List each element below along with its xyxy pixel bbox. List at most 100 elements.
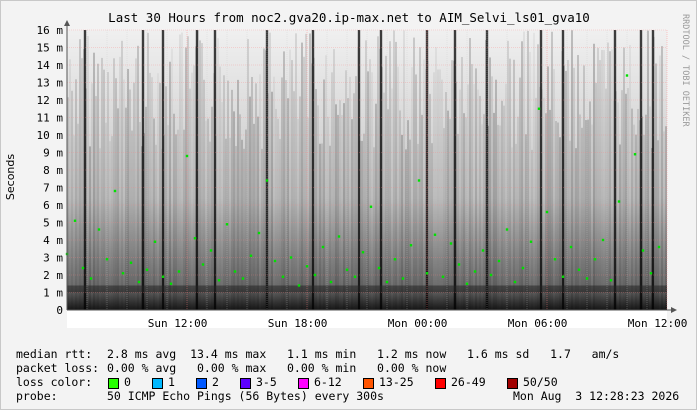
smoke-stripe xyxy=(233,111,235,311)
median-point xyxy=(497,259,501,263)
median-point xyxy=(489,273,493,277)
median-point xyxy=(537,107,541,110)
smoke-stripe xyxy=(131,130,133,310)
smoke-stripe xyxy=(109,141,111,310)
smoke-stripe xyxy=(297,118,299,310)
smoke-stripe xyxy=(463,113,465,310)
smoke-stripe xyxy=(277,118,279,311)
smoke-stripe xyxy=(229,137,231,310)
median-point xyxy=(345,268,349,271)
smoke-stripe xyxy=(337,114,339,310)
x-axis-arrow xyxy=(671,307,677,313)
smoke-stripe xyxy=(181,32,183,311)
median-point xyxy=(585,277,589,280)
median-point xyxy=(313,273,317,277)
median-rtt-values: 2.8 ms avg 13.4 ms max 1.1 ms min 1.2 ms… xyxy=(107,347,620,361)
median-point xyxy=(441,275,445,278)
smoke-stripe xyxy=(655,63,657,310)
y-tick-label: 13 m xyxy=(37,77,64,90)
smoke-stripe xyxy=(361,140,363,310)
median-point xyxy=(401,277,405,280)
probe-description: 50 ICMP Echo Pings (56 Bytes) every 300s xyxy=(107,389,384,403)
smoke-stripe xyxy=(663,131,665,310)
smoke-stripe xyxy=(433,72,435,310)
smoke-stripe xyxy=(175,134,177,310)
loss-swatch xyxy=(298,378,309,389)
median-point xyxy=(289,256,293,259)
smokeping-chart: Last 30 Hours from noc2.gva20.ip-max.net… xyxy=(4,10,690,330)
smoke-stripe xyxy=(509,58,511,310)
smoke-stripe xyxy=(435,47,437,310)
smoke-stripe xyxy=(493,112,495,311)
loss-swatch-label: 6-12 xyxy=(314,375,342,389)
median-point xyxy=(89,277,93,280)
smoke-stripe xyxy=(191,72,193,310)
smoke-stripe xyxy=(619,144,621,310)
median-point xyxy=(433,233,437,236)
y-tick-label: 1 m xyxy=(43,287,63,300)
median-point xyxy=(81,266,85,270)
smoke-stripe xyxy=(235,146,237,310)
median-point xyxy=(209,249,213,252)
smoke-stripe xyxy=(237,79,239,310)
smoke-stripe xyxy=(319,143,321,310)
smoke-stripe xyxy=(515,143,517,310)
smoke-stripe xyxy=(259,74,261,310)
smoke-stripe xyxy=(481,124,483,310)
smoke-stripe xyxy=(471,64,473,310)
median-point xyxy=(449,242,453,245)
smoke-stripe xyxy=(291,60,293,310)
median-point xyxy=(249,254,253,257)
loss-swatch xyxy=(507,378,518,389)
median-point xyxy=(529,240,533,243)
x-tick-label: Mon 12:00 xyxy=(628,317,688,330)
median-point xyxy=(129,261,133,264)
loss-swatch xyxy=(435,378,446,389)
smoke-stripe xyxy=(201,43,203,310)
loss-swatch xyxy=(108,378,119,389)
smoke-stripe xyxy=(617,102,619,310)
smoke-stripe xyxy=(329,145,331,310)
smoke-stripe xyxy=(593,43,595,311)
smoke-stripe xyxy=(421,114,423,310)
smoke-stripe xyxy=(439,69,441,310)
median-point xyxy=(617,200,621,203)
median-point xyxy=(121,272,125,275)
median-point xyxy=(609,279,613,282)
median-point xyxy=(457,263,461,266)
packet-loss-label: packet loss: xyxy=(16,361,100,375)
median-point xyxy=(505,228,509,231)
loss-swatch-label: 1 xyxy=(168,375,175,389)
smoke-stripe xyxy=(189,88,191,310)
smoke-stripe xyxy=(649,106,651,311)
smoke-stripe xyxy=(603,50,605,311)
y-axis-arrow xyxy=(64,20,70,26)
smoke-stripe xyxy=(369,59,371,310)
smoke-stripe xyxy=(457,133,459,310)
smoke-stripe xyxy=(133,82,135,310)
y-tick-label: 16 m xyxy=(37,24,64,37)
median-point xyxy=(137,280,141,284)
smoke-stripe xyxy=(93,52,95,310)
smoke-stripe xyxy=(253,123,255,310)
smoke-stripe xyxy=(371,72,373,311)
loss-swatch-label: 13-25 xyxy=(379,375,414,389)
smoke-stripe xyxy=(87,36,89,311)
smoke-stripe xyxy=(395,41,397,310)
smoke-stripe xyxy=(269,32,271,310)
smoke-stripe xyxy=(171,48,173,310)
median-point xyxy=(561,275,565,278)
smoke-stripe xyxy=(271,91,273,310)
smoke-stripe xyxy=(549,109,551,310)
smoke-stripe xyxy=(581,127,583,310)
smoke-stripe xyxy=(621,90,623,310)
median-point xyxy=(145,268,149,271)
loss-swatch-label: 0 xyxy=(124,375,131,389)
smoke-stripe xyxy=(495,79,497,310)
median-point xyxy=(161,275,165,278)
smoke-stripe xyxy=(611,49,613,311)
smoke-stripe xyxy=(149,72,151,311)
median-point xyxy=(337,235,341,238)
smoke-stripe xyxy=(279,138,281,310)
smoke-stripe xyxy=(475,68,477,310)
